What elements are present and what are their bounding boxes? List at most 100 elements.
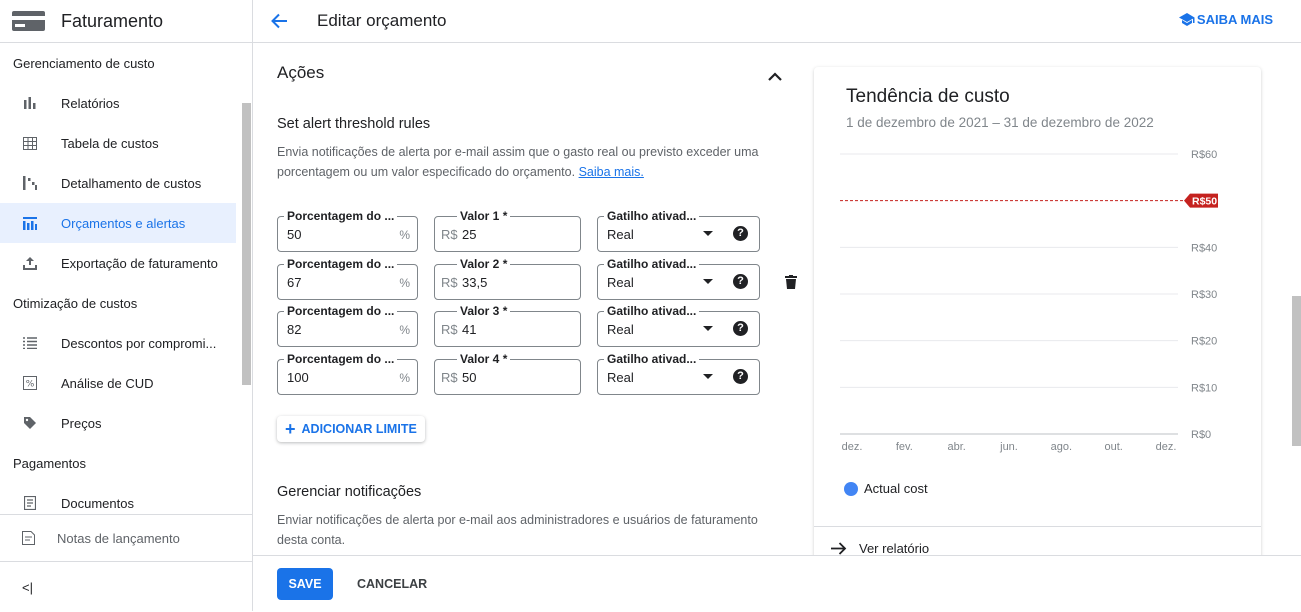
actions-heading: Ações: [277, 63, 325, 82]
dropdown-arrow-icon[interactable]: [703, 326, 713, 331]
school-icon: [1178, 13, 1195, 26]
field-label: Gatilho ativad...: [604, 304, 700, 318]
sidebar: Faturamento Gerenciamento de custo Relat…: [0, 0, 253, 611]
learn-more-label: SAIBA MAIS: [1196, 12, 1273, 27]
x-tick-label: fev.: [896, 441, 913, 453]
list-icon: [22, 335, 38, 351]
y-tick-label: R$10: [1191, 382, 1217, 394]
add-threshold-label: ADICIONAR LIMITE: [301, 422, 417, 436]
budget-label: R$50: [1192, 196, 1217, 208]
percentage-field[interactable]: Porcentagem do ... 67 %: [277, 257, 418, 300]
view-report-link[interactable]: Ver relatório: [831, 541, 929, 555]
help-icon[interactable]: ?: [733, 321, 748, 336]
amount-field[interactable]: Valor 1 * R$ 25: [434, 209, 581, 252]
arrow-right-icon: [831, 542, 847, 555]
trigger-select[interactable]: Gatilho ativad... Real ?: [597, 304, 760, 347]
learn-more-link[interactable]: SAIBA MAIS: [1178, 12, 1273, 27]
sidebar-item-reports[interactable]: Relatórios: [0, 83, 236, 123]
field-label: Gatilho ativad...: [604, 257, 700, 271]
sidebar-item-label: Documentos: [61, 495, 134, 511]
sidebar-item-label: Análise de CUD: [61, 375, 154, 391]
amount-field[interactable]: Valor 4 * R$ 50: [434, 352, 581, 395]
budget-icon: [22, 215, 38, 231]
app-title: Faturamento: [61, 10, 164, 31]
trigger-select[interactable]: Gatilho ativad... Real ?: [597, 257, 760, 300]
sidebar-scrollbar[interactable]: [242, 103, 251, 385]
cost-trend-subtitle: 1 de dezembro de 2021 – 31 de dezembro d…: [846, 115, 1154, 130]
y-tick-label: R$0: [1191, 429, 1211, 441]
help-icon[interactable]: ?: [733, 369, 748, 384]
y-tick-label: R$20: [1191, 336, 1217, 348]
page-title: Editar orçamento: [317, 11, 447, 30]
threshold-rules-text: Envia notificações de alerta por e-mail …: [277, 145, 759, 179]
field-label: Gatilho ativad...: [604, 352, 700, 366]
sidebar-item-cost-breakdown[interactable]: Detalhamento de custos: [0, 163, 236, 203]
back-arrow-icon[interactable]: [271, 13, 291, 29]
add-threshold-button[interactable]: + ADICIONAR LIMITE: [277, 416, 425, 442]
amount-field[interactable]: Valor 2 * R$ 33,5: [434, 257, 581, 300]
main-content: Ações Set alert threshold rules Envia no…: [253, 43, 1301, 555]
percent-icon: %: [22, 375, 38, 391]
field-label: Porcentagem do ...: [284, 304, 398, 318]
field-label: Valor 2 *: [457, 257, 511, 271]
card-divider: [814, 526, 1261, 527]
manage-notifications-heading: Gerenciar notificações: [277, 484, 422, 500]
collapse-chevron-up-icon[interactable]: [768, 68, 782, 86]
percent-suffix: %: [399, 323, 410, 337]
field-label: Porcentagem do ...: [284, 257, 398, 271]
legend-swatch: [844, 481, 858, 496]
legend-label: Actual cost: [864, 481, 928, 496]
percentage-field[interactable]: Porcentagem do ... 100 %: [277, 352, 418, 395]
field-value: Real: [607, 322, 634, 337]
sidebar-item-label: Orçamentos e alertas: [61, 215, 186, 231]
help-icon[interactable]: ?: [733, 274, 748, 289]
field-value: 25: [462, 227, 477, 242]
trigger-select[interactable]: Gatilho ativad... Real ?: [597, 352, 760, 395]
table-icon: [22, 135, 38, 151]
learn-more-inline-link[interactable]: Saiba mais.: [579, 165, 644, 179]
threshold-rules-heading: Set alert threshold rules: [277, 116, 431, 132]
sidebar-footer: Notas de lançamento <|: [0, 514, 252, 612]
sidebar-item-label: Detalhamento de custos: [61, 175, 202, 191]
save-button[interactable]: SAVE: [277, 568, 333, 600]
sidebar-item-budgets-alerts[interactable]: Orçamentos e alertas: [0, 203, 236, 243]
view-report-label: Ver relatório: [859, 541, 930, 555]
release-notes-icon: [22, 531, 38, 545]
sidebar-item-label: Exportação de faturamento: [61, 255, 218, 271]
top-bar: Editar orçamento SAIBA MAIS: [253, 0, 1301, 43]
delete-threshold-icon[interactable]: [785, 275, 797, 294]
svg-text:%: %: [26, 380, 35, 390]
dropdown-arrow-icon[interactable]: [703, 374, 713, 379]
sidebar-item-pricing[interactable]: Preços: [0, 403, 236, 443]
cost-trend-card: Tendência de custo 1 de dezembro de 2021…: [814, 67, 1261, 555]
sidebar-item-billing-export[interactable]: Exportação de faturamento: [0, 243, 236, 283]
currency-prefix: R$: [441, 322, 458, 337]
percentage-field[interactable]: Porcentagem do ... 50 %: [277, 209, 418, 252]
cost-trend-chart: R$0 R$10 R$20 R$30 R$40 R$60 dez. fev. abr. jun. a…: [840, 149, 1218, 453]
cancel-button[interactable]: CANCELAR: [345, 568, 439, 600]
sidebar-item-cost-table[interactable]: Tabela de custos: [0, 123, 236, 163]
percent-suffix: %: [399, 276, 410, 290]
main-scrollbar[interactable]: [1292, 296, 1301, 446]
section-cost-optimization: Otimização de custos: [13, 295, 138, 311]
cost-trend-title: Tendência de custo: [846, 86, 1010, 107]
field-value: 50: [287, 227, 302, 242]
document-icon: [22, 495, 38, 511]
sidebar-item-commitment-discounts[interactable]: Descontos por compromi...: [0, 323, 236, 363]
amount-field[interactable]: Valor 3 * R$ 41: [434, 304, 581, 347]
help-icon[interactable]: ?: [733, 226, 748, 241]
collapse-sidebar-button[interactable]: <|: [0, 562, 252, 612]
dropdown-arrow-icon[interactable]: [703, 279, 713, 284]
sidebar-item-label: Relatórios: [61, 95, 120, 111]
trigger-select[interactable]: Gatilho ativad... Real ?: [597, 209, 760, 252]
collapse-icon: <|: [22, 579, 33, 595]
field-label: Valor 3 *: [457, 304, 511, 318]
field-value: 67: [287, 275, 302, 290]
dropdown-arrow-icon[interactable]: [703, 231, 713, 236]
currency-prefix: R$: [441, 370, 458, 385]
x-tick-label: dez.: [1156, 441, 1177, 453]
release-notes-link[interactable]: Notas de lançamento: [0, 515, 252, 562]
sidebar-item-cud-analysis[interactable]: % Análise de CUD: [0, 363, 236, 403]
field-value: 41: [462, 322, 477, 337]
percentage-field[interactable]: Porcentagem do ... 82 %: [277, 304, 418, 347]
